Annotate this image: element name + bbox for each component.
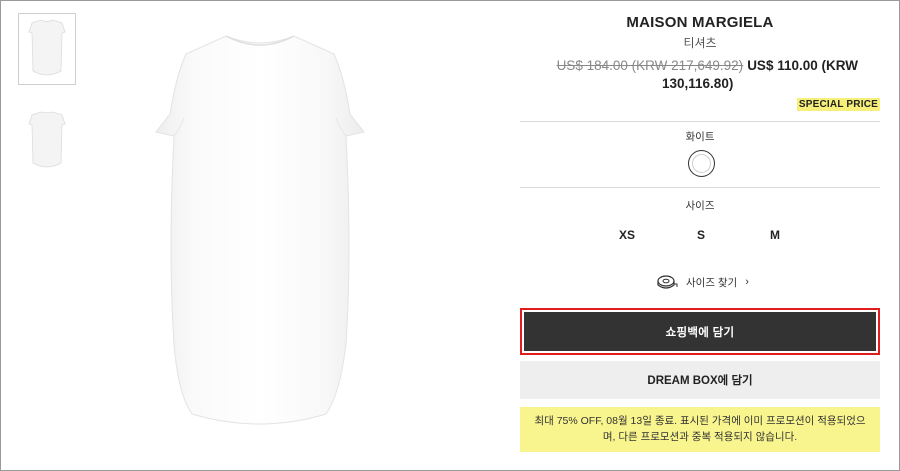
thumbnail-back[interactable] <box>18 105 76 177</box>
promo-notice: 최대 75% OFF, 08월 13일 종료. 표시된 가격에 이미 프로모션이… <box>520 407 880 452</box>
add-to-bag-button[interactable]: 쇼핑백에 담기 <box>524 312 876 351</box>
divider <box>520 121 880 122</box>
size-guide-label: 사이즈 찾기 <box>686 276 738 289</box>
chevron-right-icon: › <box>745 276 749 288</box>
special-price-badge: SPECIAL PRICE <box>796 98 880 111</box>
product-category: 티셔츠 <box>683 36 717 50</box>
size-option-xs[interactable]: XS <box>607 228 647 242</box>
original-price: US$ 184.00 (KRW 217,649.92) <box>556 58 744 73</box>
size-option-s[interactable]: S <box>681 228 721 242</box>
size-guide-link[interactable]: 사이즈 찾기 › <box>656 274 749 290</box>
dress-back-thumb-icon <box>28 111 66 168</box>
size-label: 사이즈 <box>685 200 715 212</box>
color-swatch-white[interactable] <box>688 150 715 177</box>
brand-name[interactable]: MAISON MARGIELA <box>520 14 880 31</box>
divider <box>520 187 880 188</box>
product-main-image[interactable] <box>130 14 390 454</box>
thumbnail-front[interactable] <box>18 13 76 85</box>
sale-price: US$ 110.00 (KRW <box>747 58 858 73</box>
thumbnail-list <box>18 13 76 177</box>
dress-front-thumb-icon <box>28 19 66 76</box>
dream-box-button[interactable]: DREAM BOX에 담기 <box>520 361 880 399</box>
product-info-panel: MAISON MARGIELA 티셔츠 US$ 184.00 (KRW 217,… <box>520 10 880 452</box>
sale-price-continued: 130,116.80) <box>662 76 734 91</box>
price-block: US$ 184.00 (KRW 217,649.92) US$ 110.00 (K… <box>520 56 880 76</box>
dress-image-icon <box>155 35 365 425</box>
measuring-tape-icon <box>657 275 678 289</box>
size-option-m[interactable]: M <box>755 228 795 242</box>
add-to-bag-highlight: 쇼핑백에 담기 <box>520 308 880 355</box>
color-label: 화이트 <box>685 131 715 143</box>
